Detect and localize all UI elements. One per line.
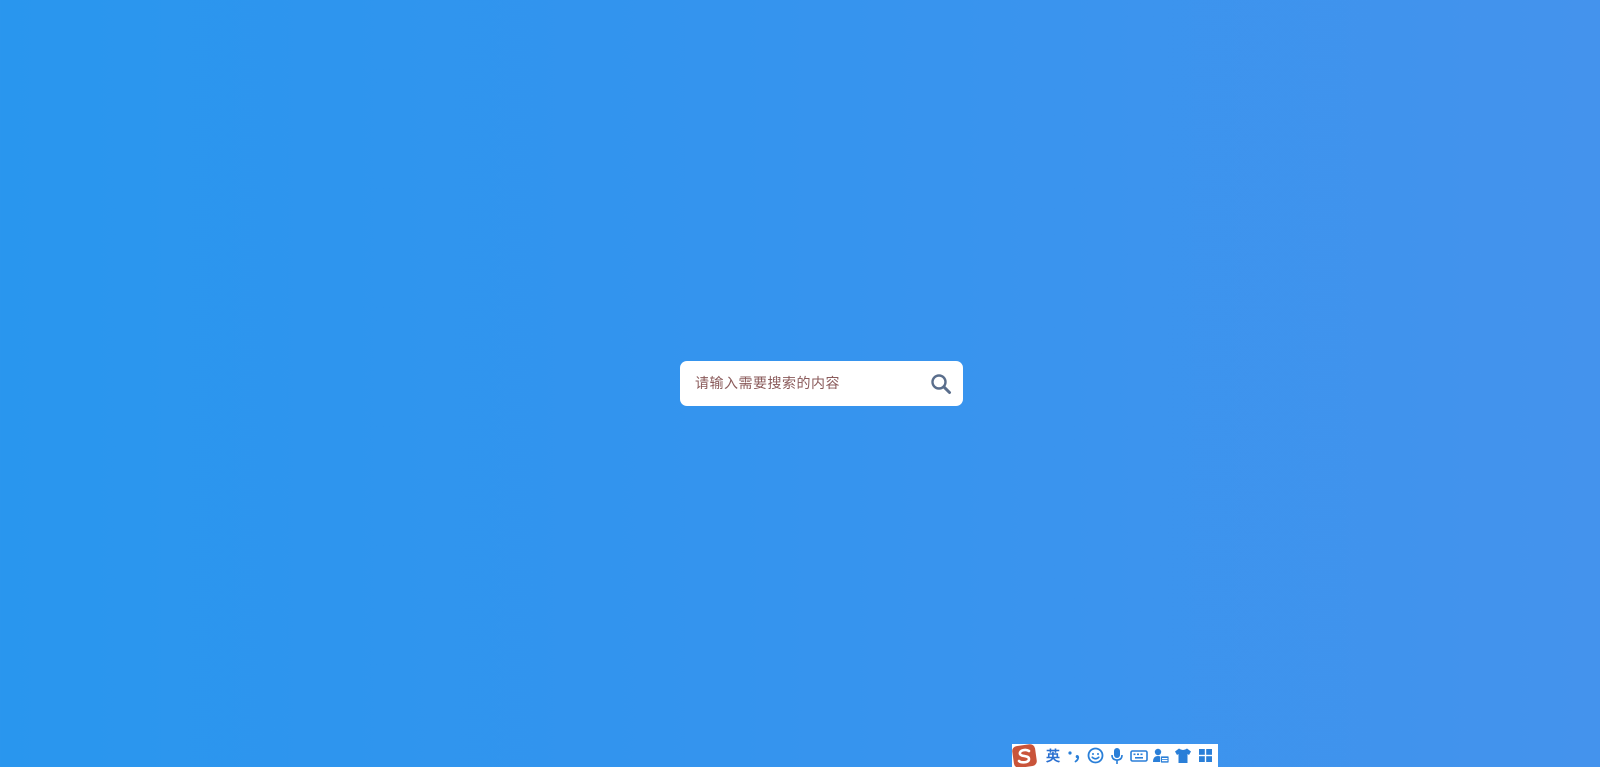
toolbox-icon xyxy=(1198,749,1212,762)
punctuation-icon xyxy=(1068,750,1080,762)
sogou-logo-icon xyxy=(1012,743,1037,767)
ime-language-label: 英 xyxy=(1046,748,1060,765)
keyboard-icon xyxy=(1130,749,1148,762)
ime-logo-button[interactable] xyxy=(1010,743,1040,767)
search-input[interactable] xyxy=(680,361,919,406)
search-box xyxy=(680,361,963,406)
ime-toolbar: 英 xyxy=(1010,743,1218,767)
ime-skin-button[interactable] xyxy=(1172,744,1194,767)
ime-voice-button[interactable] xyxy=(1106,744,1128,767)
skin-icon xyxy=(1175,748,1191,763)
emoji-icon xyxy=(1087,747,1103,764)
user-icon xyxy=(1153,748,1170,764)
search-icon xyxy=(931,373,951,394)
ime-emoji-button[interactable] xyxy=(1084,744,1106,767)
ime-punctuation-toggle[interactable] xyxy=(1064,744,1084,767)
microphone-icon xyxy=(1111,747,1123,764)
ime-user-button[interactable] xyxy=(1150,744,1172,767)
ime-language-toggle[interactable]: 英 xyxy=(1042,744,1064,767)
search-button[interactable] xyxy=(919,361,963,406)
ime-keyboard-button[interactable] xyxy=(1128,744,1150,767)
ime-toolbox-button[interactable] xyxy=(1194,744,1216,767)
